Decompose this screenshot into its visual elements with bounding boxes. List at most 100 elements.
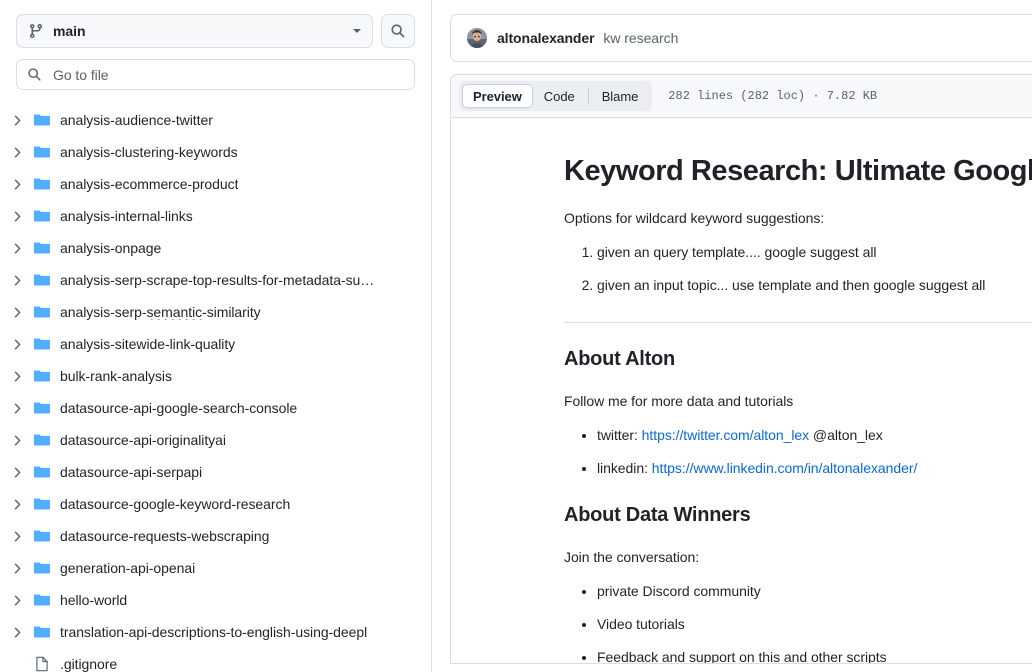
file-viewer: Preview Code Blame 282 lines (282 loc) ·… — [450, 74, 1032, 664]
chevron-right-icon[interactable] — [10, 145, 24, 159]
go-to-file-input[interactable]: Go to file — [16, 59, 415, 90]
folder-icon — [34, 624, 50, 640]
branch-name-label: main — [53, 23, 86, 39]
section-paragraph: Follow me for more data and tutorials — [564, 393, 794, 410]
chevron-right-icon[interactable] — [10, 529, 24, 543]
chevron-right-icon[interactable] — [10, 241, 24, 255]
tree-item-label: analysis-audience-twitter — [60, 111, 213, 128]
tree-item-label: translation-api-descriptions-to-english-… — [60, 623, 368, 640]
tab-code[interactable]: Code — [533, 84, 586, 108]
folder-icon — [34, 496, 50, 512]
tab-blame[interactable]: Blame — [591, 84, 650, 108]
chevron-right-icon[interactable] — [10, 273, 24, 287]
tree-item-label: analysis-serp-semantic-similarity — [60, 303, 261, 320]
spellcheck-underline: semantic — [146, 303, 203, 320]
list-item: linkedin: https://www.linkedin.com/in/al… — [597, 458, 1032, 479]
tree-row-folder[interactable]: datasource-google-keyword-research — [0, 488, 431, 520]
tree-row-folder[interactable]: analysis-serp-semantic-similarity — [0, 296, 431, 328]
tree-row-folder[interactable]: hello-world — [0, 584, 431, 616]
section-list: twitter: https://twitter.com/alton_lex @… — [564, 425, 1032, 479]
folder-icon — [34, 304, 50, 320]
tree-item-label: datasource-api-originalityai — [60, 431, 226, 448]
tree-row-folder[interactable]: analysis-onpage — [0, 232, 431, 264]
tree-row-folder[interactable]: analysis-audience-twitter — [0, 104, 431, 136]
folder-icon — [34, 144, 50, 160]
branch-selector[interactable]: main — [16, 14, 373, 48]
tree-row-folder[interactable]: generation-api-openai — [0, 552, 431, 584]
breadcrumb-repo[interactable]: kw research — [603, 30, 678, 46]
view-mode-tabs: Preview Code Blame — [459, 81, 653, 111]
tree-row-folder[interactable]: translation-api-descriptions-to-english-… — [0, 616, 431, 648]
tree-item-label: hello-world — [60, 591, 128, 608]
chevron-right-icon[interactable] — [10, 337, 24, 351]
tree-row-folder[interactable]: datasource-api-originalityai — [0, 424, 431, 456]
tree-item-label: datasource-api-serpapi — [60, 463, 203, 480]
breadcrumb-owner[interactable]: altonalexander — [497, 30, 595, 46]
tree-item-label: analysis-ecommerce-product — [60, 175, 239, 192]
folder-icon — [34, 112, 50, 128]
list-item: Video tutorials — [597, 614, 1032, 635]
folder-icon — [34, 208, 50, 224]
list-item: given an query template.... google sugge… — [597, 242, 1032, 263]
file-size-meta: 282 lines (282 loc) · 7.82 KB — [668, 89, 878, 103]
section-heading: About Alton — [564, 348, 675, 371]
tree-row-folder[interactable]: analysis-clustering-keywords — [0, 136, 431, 168]
tab-preview[interactable]: Preview — [462, 84, 533, 108]
tree-item-label: .gitignore — [60, 655, 118, 672]
breadcrumb: altonalexander kw research — [450, 14, 1032, 62]
branch-row: main — [16, 14, 415, 48]
file-icon — [34, 656, 50, 672]
chevron-down-icon — [353, 29, 361, 33]
folder-icon — [34, 336, 50, 352]
list-item: given an input topic... use template and… — [597, 275, 1032, 296]
tree-row-folder[interactable]: datasource-requests-webscraping — [0, 520, 431, 552]
section-heading: About Data Winners — [564, 504, 751, 527]
tree-item-label: analysis-onpage — [60, 239, 162, 256]
tree-row-file[interactable]: .gitignore — [0, 648, 431, 672]
folder-icon — [34, 464, 50, 480]
list-item: twitter: https://twitter.com/alton_lex @… — [597, 425, 1032, 446]
go-to-file-placeholder: Go to file — [53, 66, 109, 83]
external-link[interactable]: https://twitter.com/alton_lex — [642, 427, 809, 443]
search-icon — [28, 68, 41, 81]
chevron-right-icon[interactable] — [10, 625, 24, 639]
document-title: Keyword Research: Ultimate Google S — [564, 155, 1032, 187]
chevron-right-icon[interactable] — [10, 209, 24, 223]
chevron-right-icon[interactable] — [10, 177, 24, 191]
external-link[interactable]: https://www.linkedin.com/in/altonalexand… — [652, 460, 918, 476]
folder-icon — [34, 592, 50, 608]
tree-row-folder[interactable]: analysis-serp-scrape-top-results-for-met… — [0, 264, 431, 296]
tree-item-label: bulk-rank-analysis — [60, 367, 172, 384]
tab-divider — [587, 88, 589, 104]
search-icon — [391, 24, 405, 38]
repo-file-tree-sidebar: main Go to file analysis-audience-twitte… — [0, 0, 432, 672]
tree-item-label: analysis-sitewide-link-quality — [60, 335, 236, 352]
github-file-preview-page: main Go to file analysis-audience-twitte… — [0, 0, 1032, 672]
folder-icon — [34, 272, 50, 288]
chevron-right-icon[interactable] — [10, 305, 24, 319]
tree-row-folder[interactable]: analysis-sitewide-link-quality — [0, 328, 431, 360]
tree-item-label: datasource-requests-webscraping — [60, 527, 270, 544]
chevron-right-icon[interactable] — [10, 497, 24, 511]
tree-item-label: generation-api-openai — [60, 559, 196, 576]
list-item: Feedback and support on this and other s… — [597, 647, 1032, 663]
chevron-right-icon[interactable] — [10, 465, 24, 479]
chevron-right-icon[interactable] — [10, 113, 24, 127]
chevron-right-icon[interactable] — [10, 593, 24, 607]
tree-row-folder[interactable]: datasource-api-serpapi — [0, 456, 431, 488]
repo-search-button[interactable] — [381, 14, 415, 48]
chevron-right-icon[interactable] — [10, 433, 24, 447]
folder-icon — [34, 400, 50, 416]
tree-row-folder[interactable]: analysis-internal-links — [0, 200, 431, 232]
tree-item-label: datasource-api-google-search-console — [60, 399, 298, 416]
folder-icon — [34, 560, 50, 576]
folder-icon — [34, 176, 50, 192]
tree-row-folder[interactable]: datasource-api-google-search-console — [0, 392, 431, 424]
chevron-right-icon[interactable] — [10, 369, 24, 383]
tree-row-folder[interactable]: analysis-ecommerce-product — [0, 168, 431, 200]
chevron-right-icon[interactable] — [10, 401, 24, 415]
document-intro: Options for wildcard keyword suggestions… — [564, 210, 825, 227]
tree-row-folder[interactable]: bulk-rank-analysis — [0, 360, 431, 392]
tree-item-label: datasource-google-keyword-research — [60, 495, 291, 512]
chevron-right-icon[interactable] — [10, 561, 24, 575]
